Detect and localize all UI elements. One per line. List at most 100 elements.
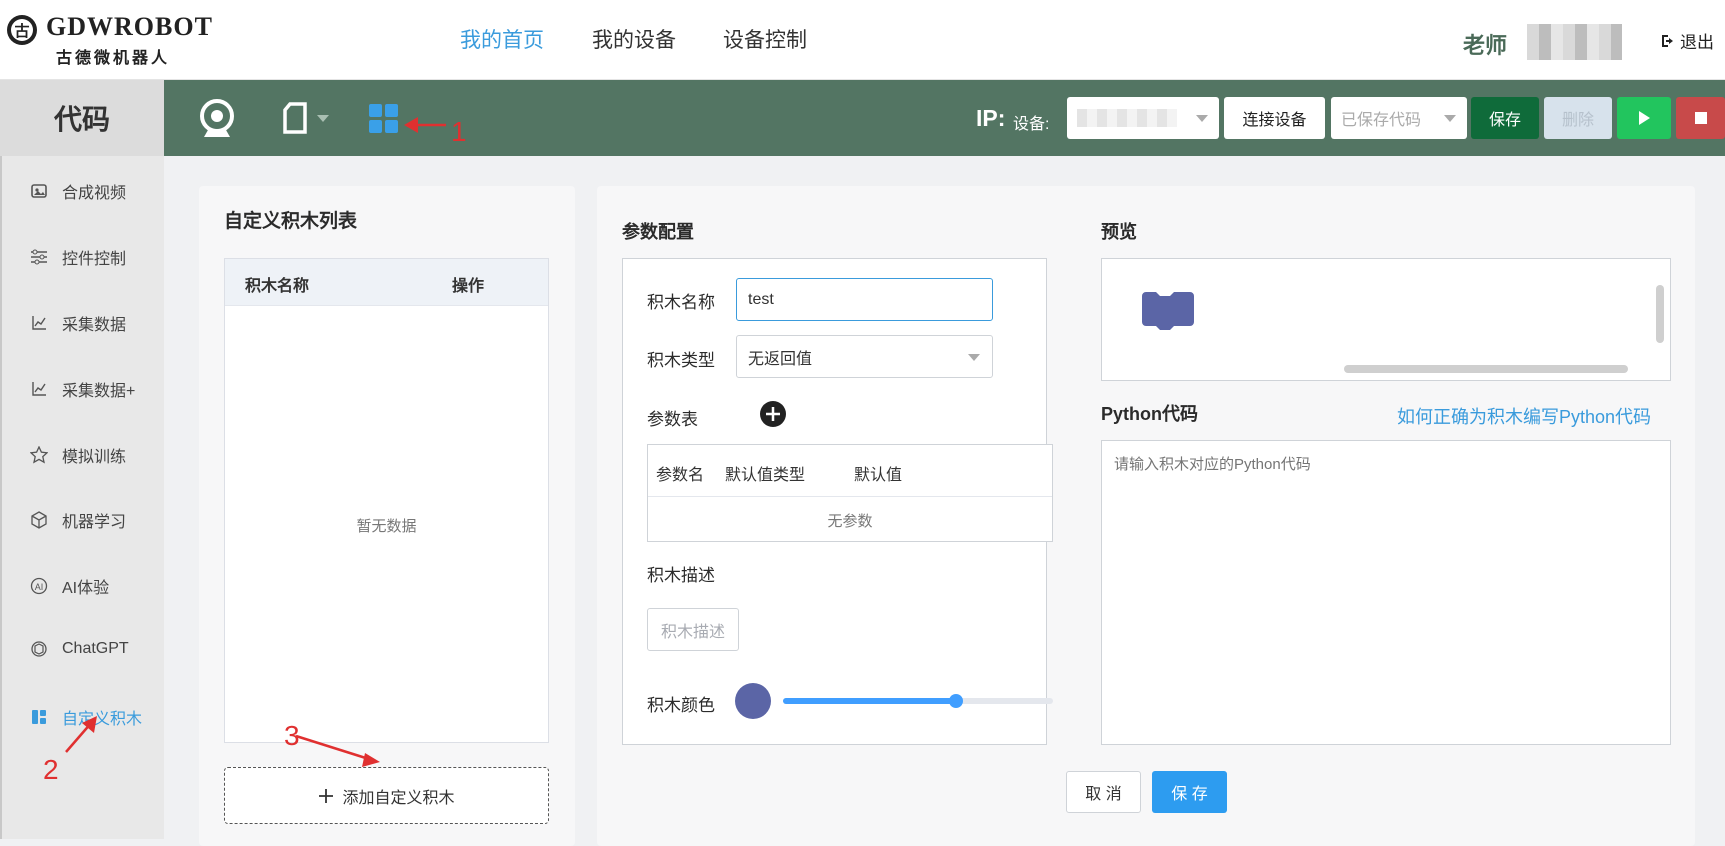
run-button[interactable] [1617, 97, 1671, 139]
logout-icon [1662, 34, 1673, 47]
block-list-table: 积木名称 操作 暂无数据 [224, 258, 549, 743]
user-name-blurred [1527, 24, 1622, 60]
sidebar-item-collect-data-plus[interactable]: 采集数据+ [30, 377, 135, 401]
preview-scrollbar-v[interactable] [1656, 285, 1664, 343]
logo: 古 GDWROBOT 古德微机器人 [4, 8, 214, 68]
block-desc-button[interactable]: 积木描述 [647, 608, 739, 651]
blocks-icon [30, 708, 48, 726]
nav-home[interactable]: 我的首页 [460, 24, 544, 54]
chart-icon [30, 314, 48, 332]
logout-button[interactable]: 退出 [1660, 28, 1714, 53]
add-custom-block-label: 添加自定义积木 [342, 789, 455, 807]
add-custom-block-button[interactable]: 添加自定义积木 [224, 767, 549, 824]
block-type-label: 积木类型 [647, 351, 715, 370]
block-color-label: 积木颜色 [647, 696, 715, 715]
config-title: 参数配置 [622, 222, 694, 242]
chevron-down-icon [1444, 115, 1456, 122]
user-role: 老师 [1463, 33, 1508, 58]
saved-code-select[interactable]: 已保存代码 [1331, 97, 1467, 139]
param-col-name: 参数名 [656, 467, 705, 484]
param-col-default-value: 默认值 [854, 467, 903, 484]
sidebar-item-synth-video[interactable]: 合成视频 [30, 179, 126, 203]
chevron-down-icon [968, 353, 980, 361]
column-header-action: 操作 [452, 278, 485, 295]
color-slider-thumb[interactable] [948, 694, 963, 708]
ip-label: IP: [976, 105, 1006, 131]
sidebar-item-label: 控件控制 [62, 251, 127, 268]
block-preview-shape [1142, 292, 1194, 330]
sidebar-item-chatgpt[interactable]: ChatGPT [30, 640, 129, 658]
color-slider[interactable] [783, 694, 1053, 708]
logo-subtitle: 古德微机器人 [56, 50, 171, 67]
python-code-input[interactable] [1101, 440, 1671, 745]
device-select[interactable] [1067, 97, 1219, 139]
params-label: 参数表 [647, 410, 698, 429]
sidebar-item-collect-data[interactable]: 采集数据 [30, 311, 126, 335]
sidebar-item-label: 模拟训练 [62, 449, 127, 466]
play-icon [1639, 111, 1650, 125]
block-type-select[interactable]: 无返回值 [736, 335, 993, 378]
sliders-icon [30, 248, 48, 266]
plus-icon [319, 788, 334, 803]
nav-my-devices[interactable]: 我的设备 [592, 24, 676, 54]
chart-icon [30, 380, 48, 398]
color-slider-fill [783, 698, 956, 704]
params-table: 参数名 默认值类型 默认值 无参数 [647, 444, 1053, 542]
toolbar-save-button[interactable]: 保存 [1471, 97, 1539, 139]
block-list-title: 自定义积木列表 [224, 211, 358, 232]
sidebar-item-custom-blocks[interactable]: 自定义积木 [30, 705, 142, 729]
logo-text: GDWROBOT [46, 12, 213, 41]
svg-text:古: 古 [14, 22, 29, 40]
sidebar-item-label: 采集数据 [62, 317, 127, 334]
python-help-link[interactable]: 如何正确为积木编写Python代码 [1397, 403, 1651, 429]
cube-icon [30, 511, 48, 529]
chevron-down-icon [317, 115, 329, 122]
save-button[interactable]: 保 存 [1152, 771, 1227, 813]
svg-text:AI: AI [35, 582, 44, 592]
sidebar-item-label: AI体验 [62, 580, 110, 597]
nav-device-control[interactable]: 设备控制 [723, 24, 807, 54]
file-menu-button[interactable] [282, 102, 330, 134]
block-desc-label: 积木描述 [647, 566, 715, 585]
toolbar-delete-button[interactable]: 删除 [1544, 97, 1612, 139]
sidebar-item-machine-learning[interactable]: 机器学习 [30, 508, 126, 532]
preview-title: 预览 [1101, 222, 1137, 242]
cancel-button[interactable]: 取 消 [1066, 771, 1141, 813]
connect-device-button[interactable]: 连接设备 [1224, 97, 1325, 139]
logout-label: 退出 [1680, 33, 1714, 52]
device-value-blurred [1077, 109, 1177, 127]
blocks-toolbar-icon[interactable] [368, 103, 400, 140]
stop-button[interactable] [1676, 97, 1725, 139]
sidebar-item-sim-training[interactable]: 模拟训练 [30, 443, 126, 467]
table-header: 积木名称 操作 [225, 259, 548, 306]
image-icon [30, 182, 48, 200]
file-icon [283, 102, 307, 134]
block-type-value: 无返回值 [748, 350, 813, 368]
sidebar-item-label: 合成视频 [62, 185, 127, 202]
saved-code-placeholder: 已保存代码 [1341, 112, 1422, 129]
block-name-label: 积木名称 [647, 293, 715, 312]
params-table-header: 参数名 默认值类型 默认值 [648, 445, 1052, 497]
chevron-down-icon [1196, 115, 1208, 122]
sidebar-item-label: 机器学习 [62, 514, 127, 531]
annotation-2: 2 [43, 754, 59, 785]
camera-icon[interactable] [196, 98, 238, 145]
sidebar-item-label: ChatGPT [62, 640, 129, 657]
preview-canvas[interactable] [1101, 258, 1671, 381]
sidebar-title: 代码 [0, 80, 164, 156]
stop-icon [1694, 112, 1707, 124]
sidebar-item-label: 自定义积木 [62, 711, 143, 728]
param-col-default-type: 默认值类型 [725, 467, 806, 484]
python-code-title: Python代码 [1101, 404, 1198, 424]
block-name-input[interactable] [736, 278, 993, 321]
star-icon [30, 446, 48, 464]
sidebar-item-widget-control[interactable]: 控件控制 [30, 245, 126, 269]
sidebar-item-ai-experience[interactable]: AI AI体验 [30, 574, 109, 598]
block-color-swatch[interactable] [735, 683, 771, 719]
no-params-text: 无参数 [827, 513, 873, 530]
add-param-button[interactable] [760, 401, 786, 432]
device-label: 设备: [1013, 116, 1050, 133]
annotation-3: 3 [284, 720, 300, 751]
empty-text: 暂无数据 [356, 518, 417, 535]
preview-scrollbar-h[interactable] [1344, 365, 1628, 373]
